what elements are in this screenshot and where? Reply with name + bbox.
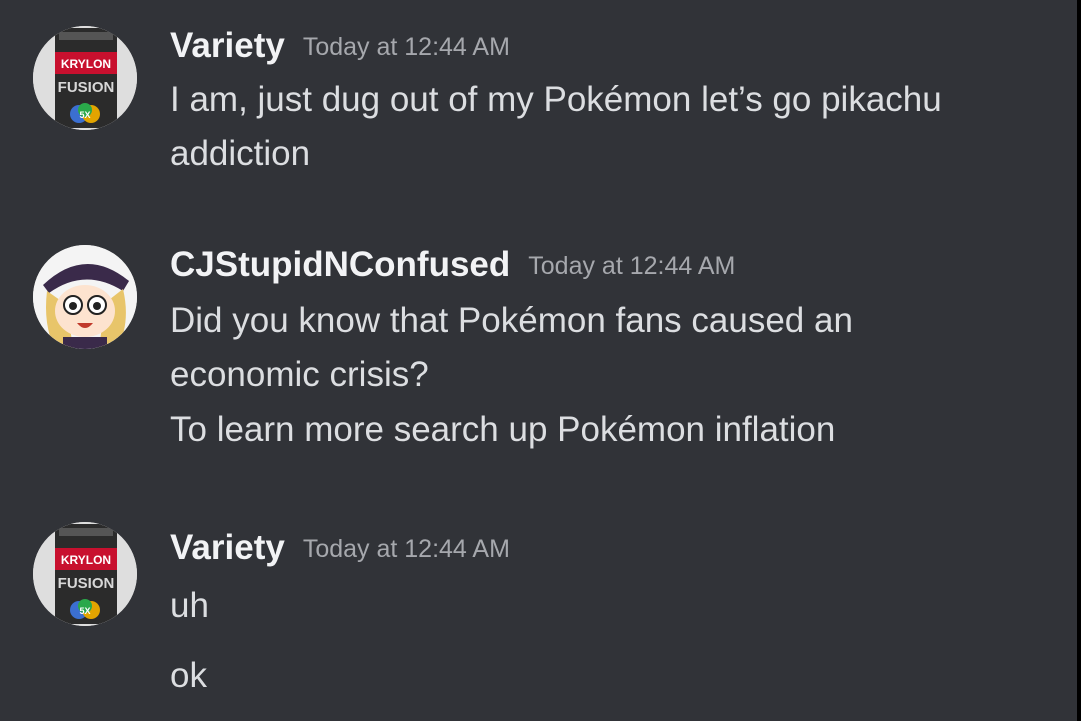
message-header: CJStupidNConfused Today at 12:44 AM <box>170 245 735 288</box>
username[interactable]: Variety <box>170 528 285 567</box>
avatar-badge-text: 5X <box>79 110 90 120</box>
chat-message-list: KRYLON FUSION 5X Variety Today at 12:44 A… <box>0 0 1081 721</box>
avatar-badge-text: 5X <box>79 606 90 616</box>
username[interactable]: CJStupidNConfused <box>170 245 510 284</box>
avatar[interactable]: KRYLON FUSION 5X <box>33 522 137 626</box>
timestamp: Today at 12:44 AM <box>528 252 736 280</box>
avatar[interactable] <box>33 245 137 349</box>
avatar-product-text: FUSION <box>58 79 115 96</box>
spray-can-avatar-image: KRYLON FUSION 5X <box>33 522 137 626</box>
message-text: Did you know that Pokémon fans caused an <box>170 301 853 340</box>
message-header: Variety Today at 12:44 AM <box>170 528 510 571</box>
avatar-brand-text: KRYLON <box>61 57 111 71</box>
message-text: addiction <box>170 134 311 173</box>
window-edge <box>1077 0 1081 721</box>
message-text: I am, just dug out of my Pokémon let’s g… <box>170 80 942 119</box>
spray-can-avatar-image: KRYLON FUSION 5X <box>33 26 137 130</box>
anime-character-avatar-image <box>33 245 137 349</box>
message-header: Variety Today at 12:44 AM <box>170 26 510 69</box>
message-text: ok <box>170 656 207 695</box>
message-text: To learn more search up Pokémon inflatio… <box>170 410 836 449</box>
timestamp: Today at 12:44 AM <box>302 535 510 563</box>
avatar[interactable]: KRYLON FUSION 5X <box>33 26 137 130</box>
avatar-product-text: FUSION <box>58 575 115 592</box>
avatar-brand-text: KRYLON <box>61 553 111 567</box>
timestamp: Today at 12:44 AM <box>302 33 510 61</box>
message-text: economic crisis? <box>170 355 429 394</box>
message-text: uh <box>170 586 209 625</box>
username[interactable]: Variety <box>170 26 285 65</box>
